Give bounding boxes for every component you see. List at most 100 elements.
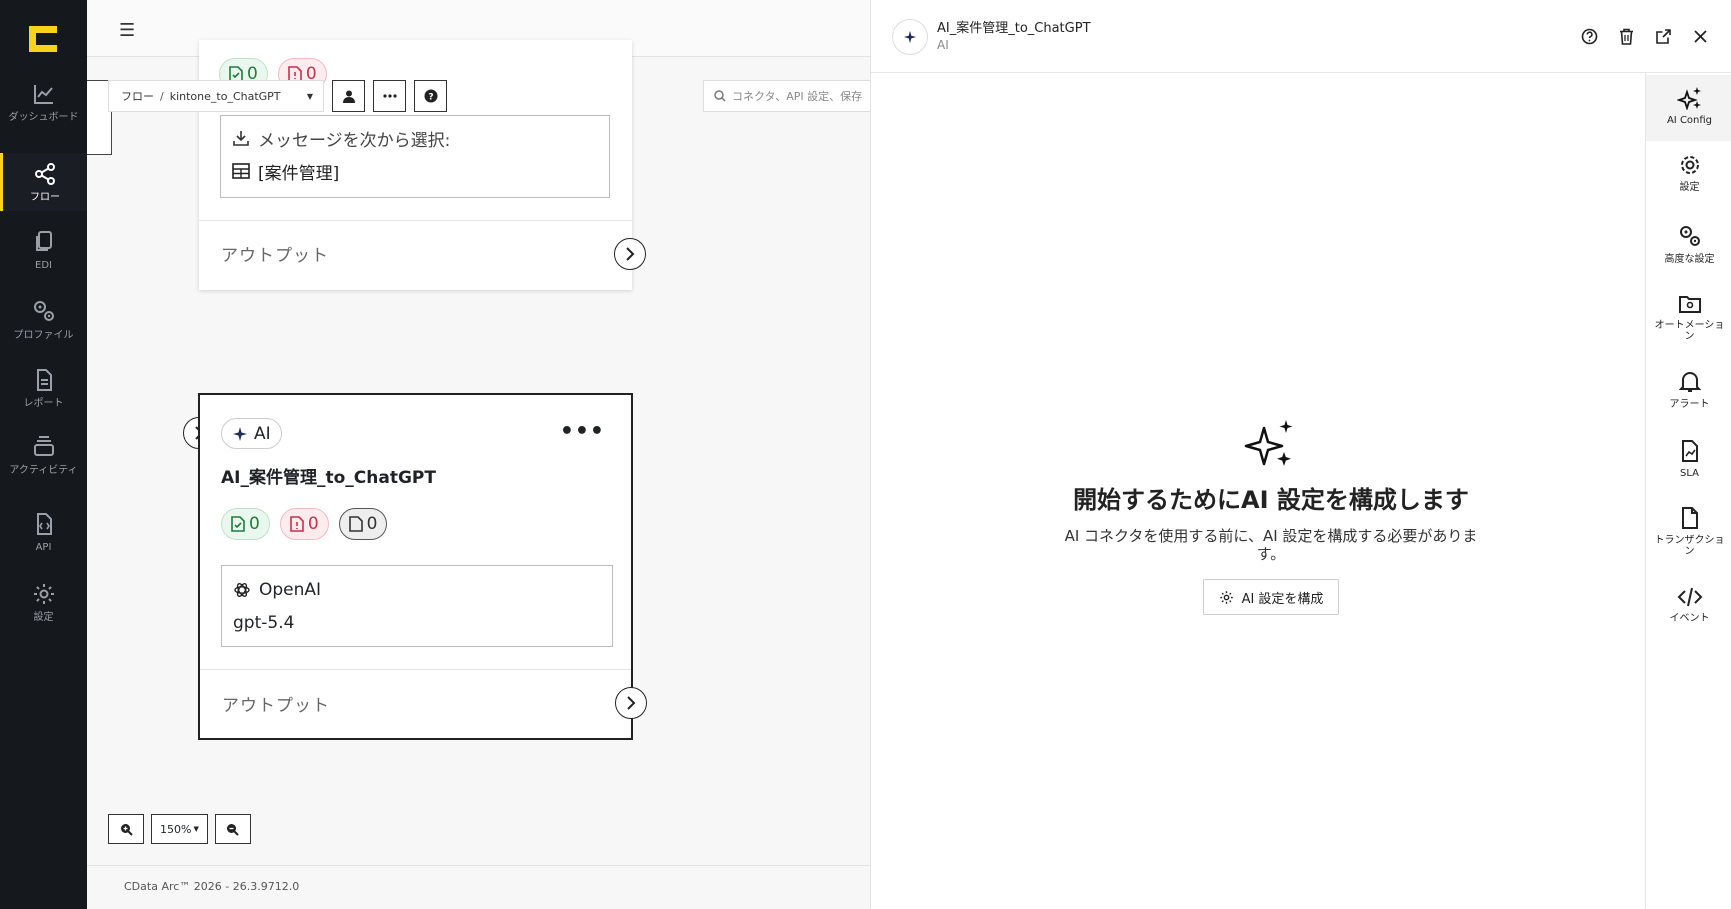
nav-item-edi[interactable]: EDI xyxy=(0,230,87,294)
hamburger-menu-icon[interactable]: ☰ xyxy=(119,20,135,41)
nav-label: ダッシュボード xyxy=(8,112,79,123)
flow-selector[interactable]: フロー / kintone_to_ChatGPT ▼ xyxy=(108,80,324,112)
model-name: gpt-5.4 xyxy=(233,613,295,633)
tab-label: アラート xyxy=(1669,399,1710,410)
node-more-icon[interactable]: ••• xyxy=(560,419,605,444)
breadcrumb-root[interactable]: フロー xyxy=(121,88,154,104)
nav-item-report[interactable]: レポート xyxy=(0,368,87,432)
close-icon[interactable] xyxy=(1690,26,1710,46)
configure-ai-label: AI 設定を構成 xyxy=(1241,591,1324,607)
error-count: 0 xyxy=(307,514,319,534)
gear-icon xyxy=(33,584,54,604)
nav-label: EDI xyxy=(35,260,52,271)
code-icon xyxy=(1677,587,1702,607)
output-port-button[interactable] xyxy=(614,238,646,270)
connector-node-kintone[interactable]: 0 0 メッセージを次から選択: [案件管理] アウトプット xyxy=(199,40,646,290)
nav-label: アクティビティ xyxy=(9,465,78,476)
nav-label: フロー xyxy=(30,192,60,203)
flow-canvas[interactable]: ☰ 0 0 メッセージを次から選択: [案件管理] アウトプット フロー / k… xyxy=(87,0,870,909)
tab-label: 設定 xyxy=(1679,182,1700,193)
footer-divider xyxy=(87,865,870,866)
file-code-icon xyxy=(36,513,52,535)
nav-label: プロファイル xyxy=(13,330,74,341)
search-placeholder: コネクタ、API 設定、保存 xyxy=(732,90,863,103)
nav-label: API xyxy=(35,542,52,553)
user-button[interactable] xyxy=(332,80,365,112)
output-label: アウトプット xyxy=(222,696,330,716)
search-input[interactable]: コネクタ、API 設定、保存 xyxy=(703,80,870,112)
success-count: 0 xyxy=(249,514,260,534)
help-circle-icon: ? xyxy=(424,89,437,103)
more-options-button[interactable] xyxy=(373,80,406,112)
configure-ai-button[interactable]: AI 設定を構成 xyxy=(1202,579,1340,615)
file-icon xyxy=(1681,507,1698,529)
sparkles-icon xyxy=(1676,87,1701,110)
empty-state-title: 開始するためにAI 設定を構成します xyxy=(1073,486,1469,514)
file-chart-icon xyxy=(1681,440,1698,462)
panel-title: AI_案件管理_to_ChatGPT xyxy=(937,21,1091,36)
trash-icon[interactable] xyxy=(1616,26,1636,46)
cdata-logo[interactable] xyxy=(29,26,57,52)
zoom-in-button[interactable] xyxy=(108,814,144,844)
tab-events[interactable]: イベント xyxy=(1646,586,1731,652)
zoom-out-icon xyxy=(227,823,240,836)
nav-item-api[interactable]: API xyxy=(0,512,87,576)
tab-automation[interactable]: オートメーション xyxy=(1646,293,1731,359)
empty-state-description: AI コネクタを使用する前に、AI 設定を構成する必要があります。 xyxy=(1064,527,1478,563)
tab-settings[interactable]: 設定 xyxy=(1646,153,1731,219)
settings-tab-rail: AI Config 設定 高度な設定 オートメーション アラート SLA トラン… xyxy=(1645,73,1731,909)
nav-item-activity[interactable]: アクティビティ xyxy=(0,435,87,499)
output-port-button[interactable] xyxy=(615,687,647,719)
node-title: AI_案件管理_to_ChatGPT xyxy=(221,468,436,488)
documents-icon xyxy=(35,231,52,251)
tab-label: SLA xyxy=(1680,468,1699,479)
caret-down-icon: ▼ xyxy=(193,825,199,833)
version-footer: CData Arc™ 2026 - 26.3.9712.0 xyxy=(124,880,300,893)
breadcrumb-flow-name[interactable]: kintone_to_ChatGPT xyxy=(170,90,281,103)
nav-item-dashboard[interactable]: ダッシュボード xyxy=(0,82,87,146)
help-button[interactable]: ? xyxy=(414,80,447,112)
gears-icon xyxy=(1679,226,1700,246)
svg-text:?: ? xyxy=(428,93,433,103)
message-value: [案件管理] xyxy=(258,163,340,184)
ai-connector-node[interactable]: AI ••• AI_案件管理_to_ChatGPT 0 0 0 OpenAI g… xyxy=(198,393,647,740)
help-icon[interactable] xyxy=(1579,26,1599,46)
sparkle-icon xyxy=(233,426,247,441)
tab-ai-config[interactable]: AI Config xyxy=(1646,75,1731,141)
external-link-icon[interactable] xyxy=(1653,26,1673,46)
tab-transactions[interactable]: トランザクション xyxy=(1646,506,1731,572)
tab-label: AI Config xyxy=(1666,115,1713,126)
pending-count: 0 xyxy=(366,514,378,534)
panel-subtitle: AI xyxy=(937,38,949,52)
nav-label: 設定 xyxy=(33,612,54,623)
caret-down-icon[interactable]: ▼ xyxy=(307,92,313,101)
sparkle-icon xyxy=(903,30,917,44)
chevron-right-icon xyxy=(626,247,635,261)
tab-advanced-settings[interactable]: 高度な設定 xyxy=(1646,223,1731,289)
nav-item-profile[interactable]: プロファイル xyxy=(0,298,87,362)
gears-icon xyxy=(33,301,54,321)
ellipsis-icon xyxy=(382,94,397,98)
zoom-level: 150% xyxy=(160,822,192,836)
file-icon xyxy=(348,516,363,532)
zoom-out-button[interactable] xyxy=(214,814,251,844)
zoom-level-select[interactable]: 150% ▼ xyxy=(151,814,208,844)
pending-count-badge[interactable]: 0 xyxy=(338,508,388,540)
success-count-badge[interactable]: 0 xyxy=(221,508,270,540)
panel-header: AI_案件管理_to_ChatGPT AI xyxy=(871,0,1731,73)
divider xyxy=(199,220,632,221)
gear-icon xyxy=(1680,156,1699,174)
tab-label: オートメーション xyxy=(1654,320,1725,342)
nav-item-flow[interactable]: フロー xyxy=(0,153,87,211)
tab-sla[interactable]: SLA xyxy=(1646,439,1731,505)
message-label: メッセージを次から選択: xyxy=(258,130,451,151)
error-count-badge[interactable]: 0 xyxy=(279,508,329,540)
model-info-box[interactable]: OpenAI gpt-5.4 xyxy=(221,565,613,647)
nav-item-settings[interactable]: 設定 xyxy=(0,582,87,646)
breadcrumb-separator: / xyxy=(160,89,164,103)
share-nodes-icon xyxy=(35,163,55,185)
download-icon xyxy=(233,131,249,146)
chart-line-icon xyxy=(33,85,53,104)
message-source-box[interactable]: メッセージを次から選択: [案件管理] xyxy=(220,115,610,198)
tab-alerts[interactable]: アラート xyxy=(1646,370,1731,436)
